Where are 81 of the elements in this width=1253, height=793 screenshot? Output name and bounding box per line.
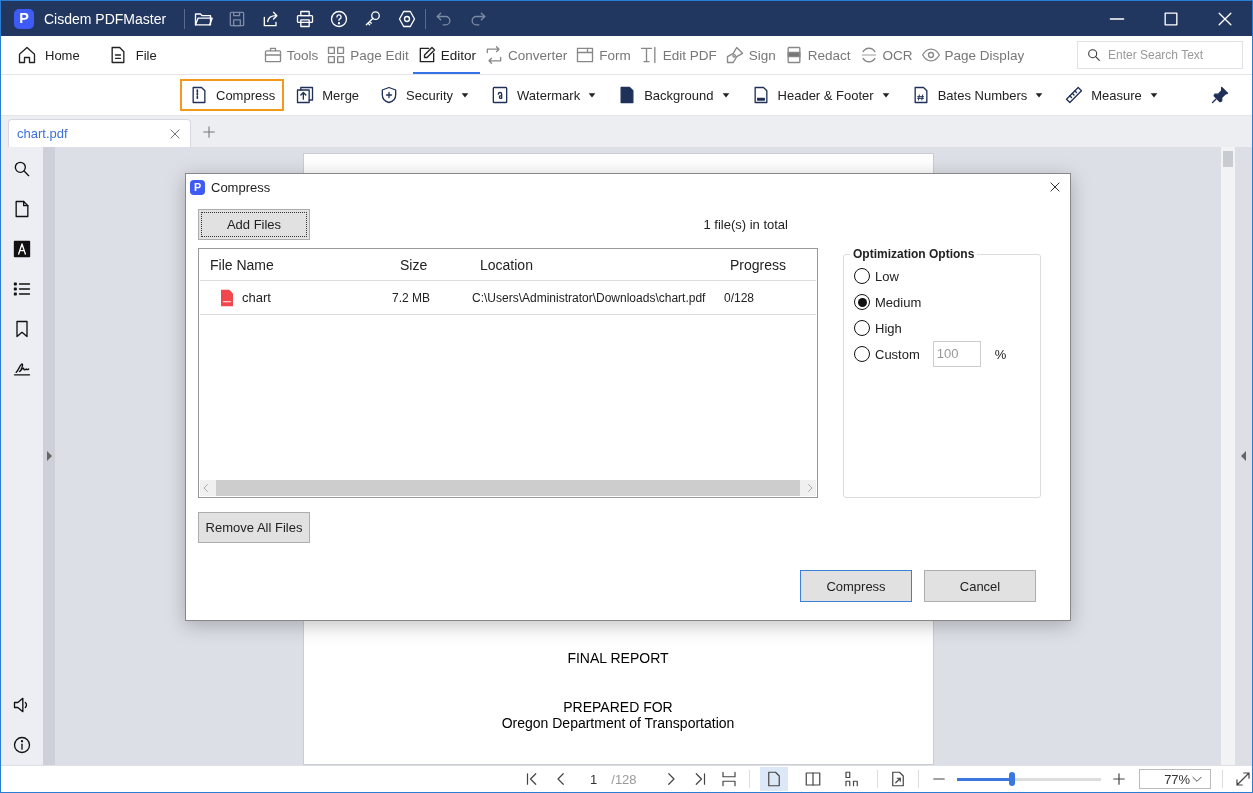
expand-arrow-icon[interactable] [45, 450, 53, 462]
zoom-select[interactable]: 77% [1139, 769, 1212, 789]
file-name: chart [242, 290, 271, 305]
percent-unit: % [994, 346, 1007, 362]
add-files-button[interactable]: Add Files [198, 208, 310, 240]
home-menu[interactable]: Home [13, 36, 84, 74]
ribbon-button[interactable]: Background [608, 79, 740, 111]
ribbon-button[interactable]: Bates Numbers [901, 79, 1054, 111]
scrollbar-thumb[interactable] [1223, 151, 1233, 167]
collapse-arrow-icon[interactable] [1239, 450, 1248, 462]
column-header: Progress [729, 256, 788, 273]
zoom-slider-fill[interactable] [957, 777, 1012, 781]
page-text: FINAL REPORT [567, 650, 669, 666]
toolbar-tab[interactable]: Page Edit [322, 36, 413, 74]
toolbar-tab[interactable]: Redact [779, 36, 855, 74]
ribbon-button[interactable]: Merge [286, 79, 369, 111]
table-cell-text: 0/128 [723, 290, 756, 305]
radio-label: High [875, 320, 902, 336]
swap-icon [484, 45, 504, 65]
page-text: PREPARED FOR [563, 699, 673, 715]
remove-all-button[interactable]: Remove All Files [198, 512, 310, 543]
dialog-title: Compress [211, 179, 271, 195]
toolbar-tab[interactable]: Sign [720, 36, 780, 74]
radio-label: Medium [875, 294, 922, 310]
pdf-file-icon [218, 287, 236, 308]
text-cursor-icon [638, 45, 659, 65]
briefcase-icon [262, 45, 283, 65]
column-header: File Name [209, 256, 275, 273]
page-number-field[interactable]: 1 [581, 771, 607, 787]
text-box-icon[interactable] [12, 239, 32, 259]
ribbon-button[interactable]: Security [370, 79, 480, 111]
radio-label: Low [875, 268, 899, 284]
grid-icon [326, 45, 347, 65]
table-cell-text: C:\Users\Administrator\Downloads\chart.pdf [471, 290, 707, 305]
toolbar-tab[interactable]: Page Display [916, 36, 1029, 74]
toolbar-tab[interactable]: Tools [258, 36, 323, 74]
ruler-icon [1064, 85, 1085, 105]
file-menu[interactable]: File [103, 36, 161, 74]
app-title: Cisdem PDFMaster [44, 10, 167, 27]
two-page-icon [804, 770, 823, 788]
ribbon-button[interactable]: Header & Footer [741, 79, 900, 111]
home-icon [17, 45, 37, 65]
search-icon[interactable] [12, 159, 32, 179]
toolbar-tab[interactable]: Edit PDF [634, 36, 721, 74]
print-icon[interactable] [295, 8, 316, 29]
merge-icon [295, 85, 316, 105]
view-mode-button[interactable] [760, 767, 789, 791]
dialog-button[interactable]: Cancel [924, 570, 1036, 602]
settings-icon[interactable] [397, 8, 418, 29]
tab-label: chart.pdf [17, 126, 68, 141]
table-cell-text: 7.2 MB [391, 290, 431, 305]
ribbon-button[interactable]: Measure [1055, 79, 1168, 111]
slider-thumb[interactable] [1008, 772, 1015, 786]
form-icon [575, 45, 596, 65]
app-logo: P [190, 179, 205, 195]
page-total: /128 [611, 771, 637, 787]
toolbar-tab[interactable]: Converter [480, 36, 572, 74]
file-count: 1 file(s) in total [703, 216, 788, 232]
column-header: Size [399, 256, 429, 273]
search-placeholder: Enter Search Text [1108, 48, 1204, 62]
info-icon[interactable] [12, 735, 32, 755]
pen-nib-icon [724, 45, 745, 65]
page-text: Oregon Department of Transportation [501, 715, 735, 731]
toolbar-tab[interactable]: Form [571, 36, 635, 74]
zoom-value: 77% [1164, 771, 1191, 787]
search-icon [1086, 47, 1102, 63]
group-title: Optimization Options [852, 247, 976, 261]
ribbon-button[interactable]: Compress [180, 79, 285, 111]
app-logo: P [14, 8, 34, 29]
help-icon[interactable] [329, 8, 350, 29]
ribbon-button[interactable]: Watermark [481, 79, 607, 111]
dialog-button[interactable]: Compress [800, 570, 912, 602]
radio-label: Custom [875, 346, 920, 362]
pin-icon[interactable] [1210, 85, 1230, 105]
column-header: Location [479, 256, 534, 273]
fit-width-icon[interactable] [719, 770, 738, 788]
fullscreen-icon[interactable] [1234, 770, 1252, 788]
horizontal-scrollbar[interactable] [200, 480, 816, 496]
toolbar-tab[interactable]: OCR [854, 36, 917, 74]
document-tab[interactable]: chart.pdf [8, 119, 191, 147]
close-icon[interactable] [1048, 180, 1062, 194]
